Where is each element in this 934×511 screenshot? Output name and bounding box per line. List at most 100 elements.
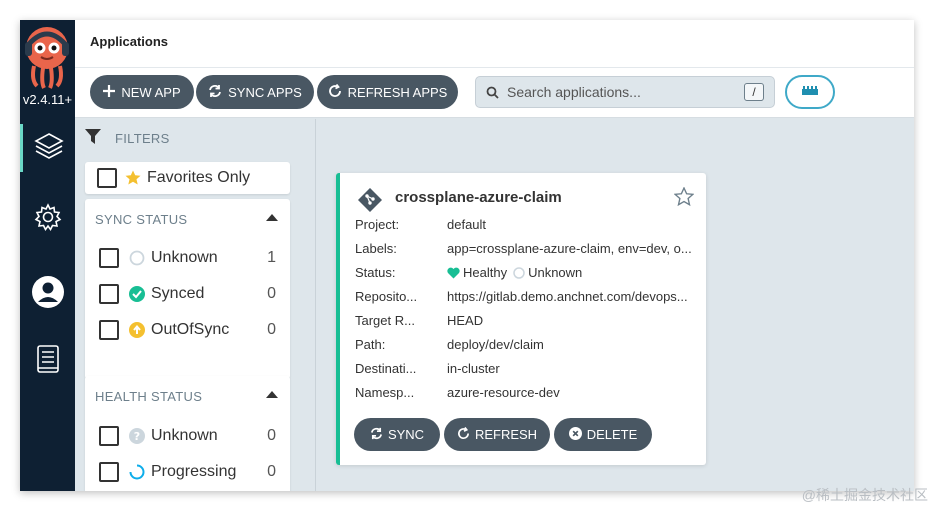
sidebar-item-applications[interactable] bbox=[20, 124, 75, 172]
tiles-view-icon bbox=[802, 83, 818, 101]
filter-label: Unknown bbox=[151, 427, 218, 444]
sidebar-item-documentation[interactable] bbox=[20, 337, 75, 385]
filter-count: 0 bbox=[267, 427, 276, 444]
field-key: Status: bbox=[355, 265, 396, 280]
field-value: in-cluster bbox=[447, 361, 500, 376]
sync-label: SYNC bbox=[387, 427, 425, 442]
favorites-checkbox[interactable] bbox=[97, 168, 117, 188]
svg-text:?: ? bbox=[134, 430, 140, 443]
sidebar: v2.4.11+ bbox=[20, 20, 75, 491]
health-status: Healthy bbox=[463, 265, 508, 280]
field-target-revision: Target R... HEAD bbox=[355, 313, 695, 328]
list-item: Progressing 0 bbox=[99, 460, 276, 484]
search-box[interactable]: / bbox=[475, 76, 775, 108]
refresh-apps-label: REFRESH APPS bbox=[347, 84, 448, 100]
sync-status-filter: SYNC STATUS Unknown 1 Synced 0 OutOfSync… bbox=[85, 199, 290, 379]
health-status-filter: HEALTH STATUS ? Unknown 0 Progressing 0 bbox=[85, 376, 290, 491]
filter-label: Progressing bbox=[151, 463, 237, 480]
field-path: Path: deploy/dev/claim bbox=[355, 337, 695, 352]
filter-label: Unknown bbox=[151, 249, 218, 266]
book-icon bbox=[35, 344, 61, 379]
filter-count: 0 bbox=[267, 321, 276, 338]
filters-panel: FILTERS Favorites Only SYNC STATUS Unkno… bbox=[75, 119, 316, 491]
toolbar: NEW APP SYNC APPS REFRESH APPS Search ap… bbox=[75, 68, 914, 118]
filters-header: FILTERS bbox=[85, 129, 170, 148]
user-icon bbox=[31, 275, 65, 314]
field-key: Labels: bbox=[355, 241, 397, 256]
search-shortcut-hint: / bbox=[744, 83, 764, 101]
field-key: Reposito... bbox=[355, 289, 418, 304]
sidebar-item-user-info[interactable] bbox=[20, 270, 75, 318]
refresh-button[interactable]: REFRESH bbox=[444, 418, 550, 451]
field-value: deploy/dev/claim bbox=[447, 337, 544, 352]
sync-status: Unknown bbox=[528, 265, 583, 280]
field-key: Path: bbox=[355, 337, 386, 352]
close-circle-icon bbox=[568, 426, 582, 443]
list-item: Unknown 1 bbox=[99, 246, 276, 270]
sync-icon bbox=[370, 427, 383, 443]
favorite-star-icon[interactable] bbox=[673, 186, 695, 212]
argo-logo[interactable] bbox=[25, 26, 70, 90]
application-name[interactable]: crossplane-azure-claim bbox=[395, 189, 562, 206]
field-value: app=crossplane-azure-claim, env=dev, o..… bbox=[447, 241, 692, 256]
collapse-caret-icon[interactable] bbox=[266, 391, 278, 398]
filter-label: Synced bbox=[151, 285, 205, 302]
checkbox[interactable] bbox=[99, 462, 119, 482]
plus-icon bbox=[103, 84, 116, 100]
search-input[interactable] bbox=[507, 84, 737, 100]
version-label: v2.4.11+ bbox=[22, 92, 73, 107]
collapse-caret-icon[interactable] bbox=[266, 214, 278, 221]
sidebar-item-settings[interactable] bbox=[20, 195, 75, 243]
spinner-icon bbox=[129, 464, 145, 480]
delete-button[interactable]: DELETE bbox=[554, 418, 652, 451]
field-value: https://gitlab.demo.anchnet.com/devops..… bbox=[447, 289, 688, 304]
checkbox[interactable] bbox=[99, 248, 119, 268]
delete-label: DELETE bbox=[586, 427, 638, 442]
field-key: Project: bbox=[355, 217, 400, 232]
star-icon bbox=[125, 170, 141, 186]
view-toggle-button[interactable] bbox=[785, 75, 835, 109]
field-value: default bbox=[447, 217, 487, 232]
search-icon bbox=[486, 86, 499, 99]
checkbox[interactable] bbox=[99, 284, 119, 304]
filter-icon bbox=[85, 129, 101, 148]
circle-outline-icon bbox=[129, 250, 145, 266]
list-item: Synced 0 bbox=[99, 282, 276, 306]
git-icon bbox=[357, 187, 383, 217]
field-key: Namesp... bbox=[355, 385, 415, 400]
checkbox[interactable] bbox=[99, 320, 119, 340]
field-destination: Destinati... in-cluster bbox=[355, 361, 695, 376]
checkbox[interactable] bbox=[99, 426, 119, 446]
field-key: Target R... bbox=[355, 313, 415, 328]
filter-label: OutOfSync bbox=[151, 321, 230, 338]
filter-count: 0 bbox=[267, 285, 276, 302]
question-circle-icon: ? bbox=[129, 428, 145, 444]
arrow-up-circle-icon bbox=[129, 322, 145, 338]
refresh-apps-button[interactable]: REFRESH APPS bbox=[317, 75, 458, 109]
application-tile[interactable]: crossplane-azure-claim Project: default … bbox=[336, 173, 706, 465]
field-value: HEAD bbox=[447, 313, 484, 328]
heart-icon bbox=[447, 267, 460, 279]
app-window: v2.4.11+ Applications NEW APP SYNC APPS … bbox=[20, 20, 914, 491]
filter-count: 0 bbox=[267, 463, 276, 480]
refresh-icon bbox=[328, 83, 342, 101]
field-value: azure-resource-dev bbox=[447, 385, 560, 400]
new-app-button[interactable]: NEW APP bbox=[90, 75, 194, 109]
sync-status-title: SYNC STATUS bbox=[95, 212, 188, 227]
health-status-title: HEALTH STATUS bbox=[95, 389, 203, 404]
favorites-label: Favorites Only bbox=[147, 169, 251, 186]
refresh-label: REFRESH bbox=[474, 427, 538, 442]
check-circle-icon bbox=[129, 286, 145, 302]
field-namespace: Namesp... azure-resource-dev bbox=[355, 385, 695, 400]
sync-button[interactable]: SYNC bbox=[354, 418, 440, 451]
refresh-icon bbox=[457, 426, 470, 443]
field-key: Destinati... bbox=[355, 361, 417, 376]
circle-outline-icon bbox=[513, 266, 525, 279]
field-repository: Reposito... https://gitlab.demo.anchnet.… bbox=[355, 289, 695, 304]
favorites-filter: Favorites Only bbox=[85, 162, 290, 194]
filter-count: 1 bbox=[267, 249, 276, 266]
filters-label: FILTERS bbox=[115, 131, 170, 146]
list-item: OutOfSync 0 bbox=[99, 318, 276, 342]
list-item: ? Unknown 0 bbox=[99, 424, 276, 448]
sync-apps-button[interactable]: SYNC APPS bbox=[196, 75, 314, 109]
